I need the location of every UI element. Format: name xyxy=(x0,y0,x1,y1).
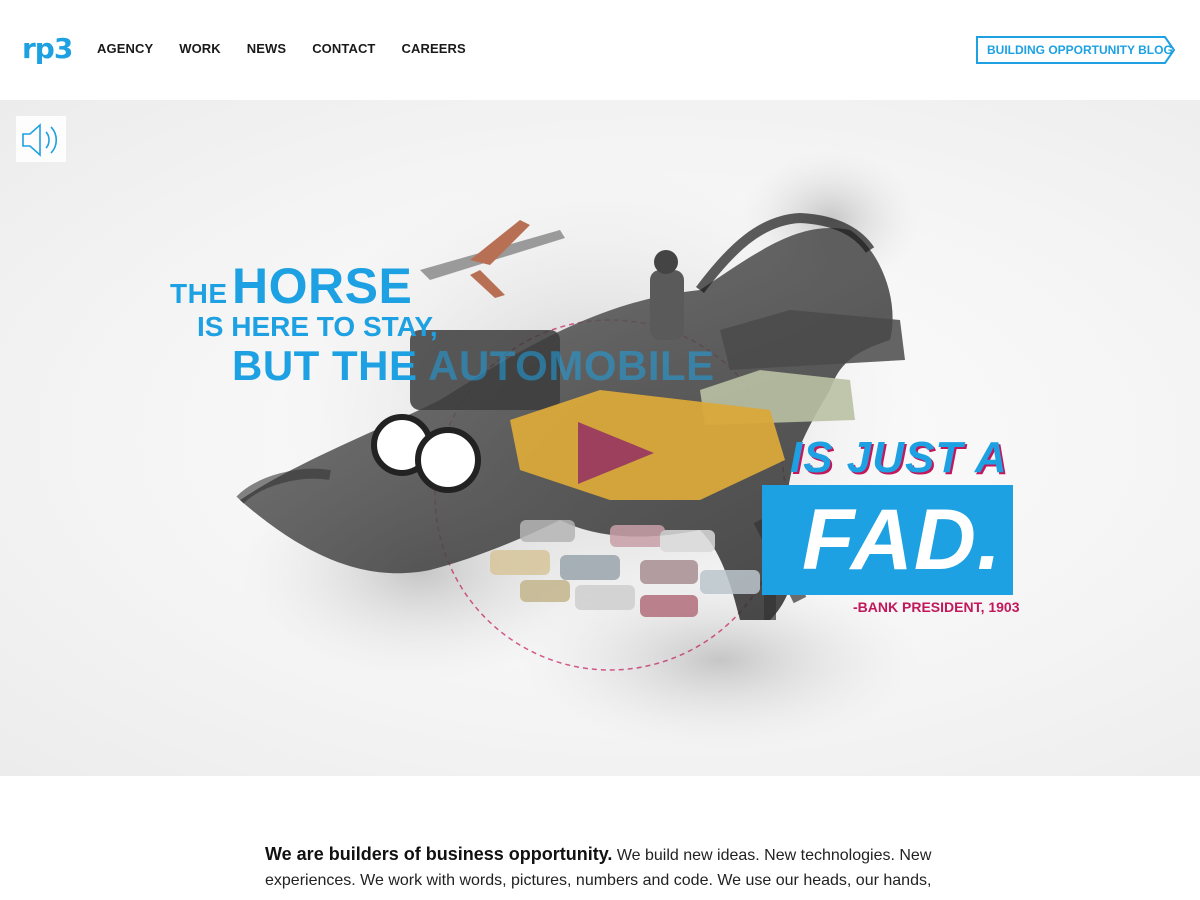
quote-automobile: AUTOMOBILE xyxy=(428,342,715,389)
play-icon xyxy=(578,422,654,484)
quote-but-the-automobile: BUT THE AUTOMOBILE xyxy=(232,342,715,390)
nav-careers[interactable]: CAREERS xyxy=(401,41,465,57)
rp3-logo[interactable]: rp3 xyxy=(22,32,73,66)
speaker-icon xyxy=(22,123,58,157)
quote-but-the: BUT THE xyxy=(232,342,418,389)
quote-here-to-stay: IS HERE TO STAY, xyxy=(197,311,438,342)
intro-paragraph: We are builders of business opportunity.… xyxy=(265,842,935,893)
nav-work[interactable]: WORK xyxy=(179,41,221,57)
sound-toggle-button[interactable] xyxy=(16,116,66,162)
nav-agency[interactable]: AGENCY xyxy=(97,41,153,57)
intro-lead: We are builders of business opportunity. xyxy=(265,844,613,864)
building-opportunity-blog-button[interactable]: BUILDING OPPORTUNITY BLOG xyxy=(976,36,1176,64)
play-video-button[interactable] xyxy=(574,418,658,488)
quote-attribution: -BANK PRESIDENT, 1903 xyxy=(853,599,1020,615)
quote-horse: HORSE xyxy=(232,258,413,314)
blog-button-label: BUILDING OPPORTUNITY BLOG xyxy=(987,43,1173,57)
hero-video[interactable]: THE HORSE IS HERE TO STAY, BUT THE AUTOM… xyxy=(0,100,1200,776)
nav-news[interactable]: NEWS xyxy=(247,41,286,57)
quote-is-just-a: IS JUST A xyxy=(790,433,1008,482)
quote-fad: FAD. xyxy=(802,492,1002,588)
nav-contact[interactable]: CONTACT xyxy=(312,41,375,57)
fad-banner: FAD. xyxy=(762,485,1013,595)
site-header: rp3 AGENCY WORK NEWS CONTACT CAREERS BUI… xyxy=(0,0,1200,100)
quote-the: THE xyxy=(170,278,228,309)
main-nav: AGENCY WORK NEWS CONTACT CAREERS xyxy=(97,41,492,57)
